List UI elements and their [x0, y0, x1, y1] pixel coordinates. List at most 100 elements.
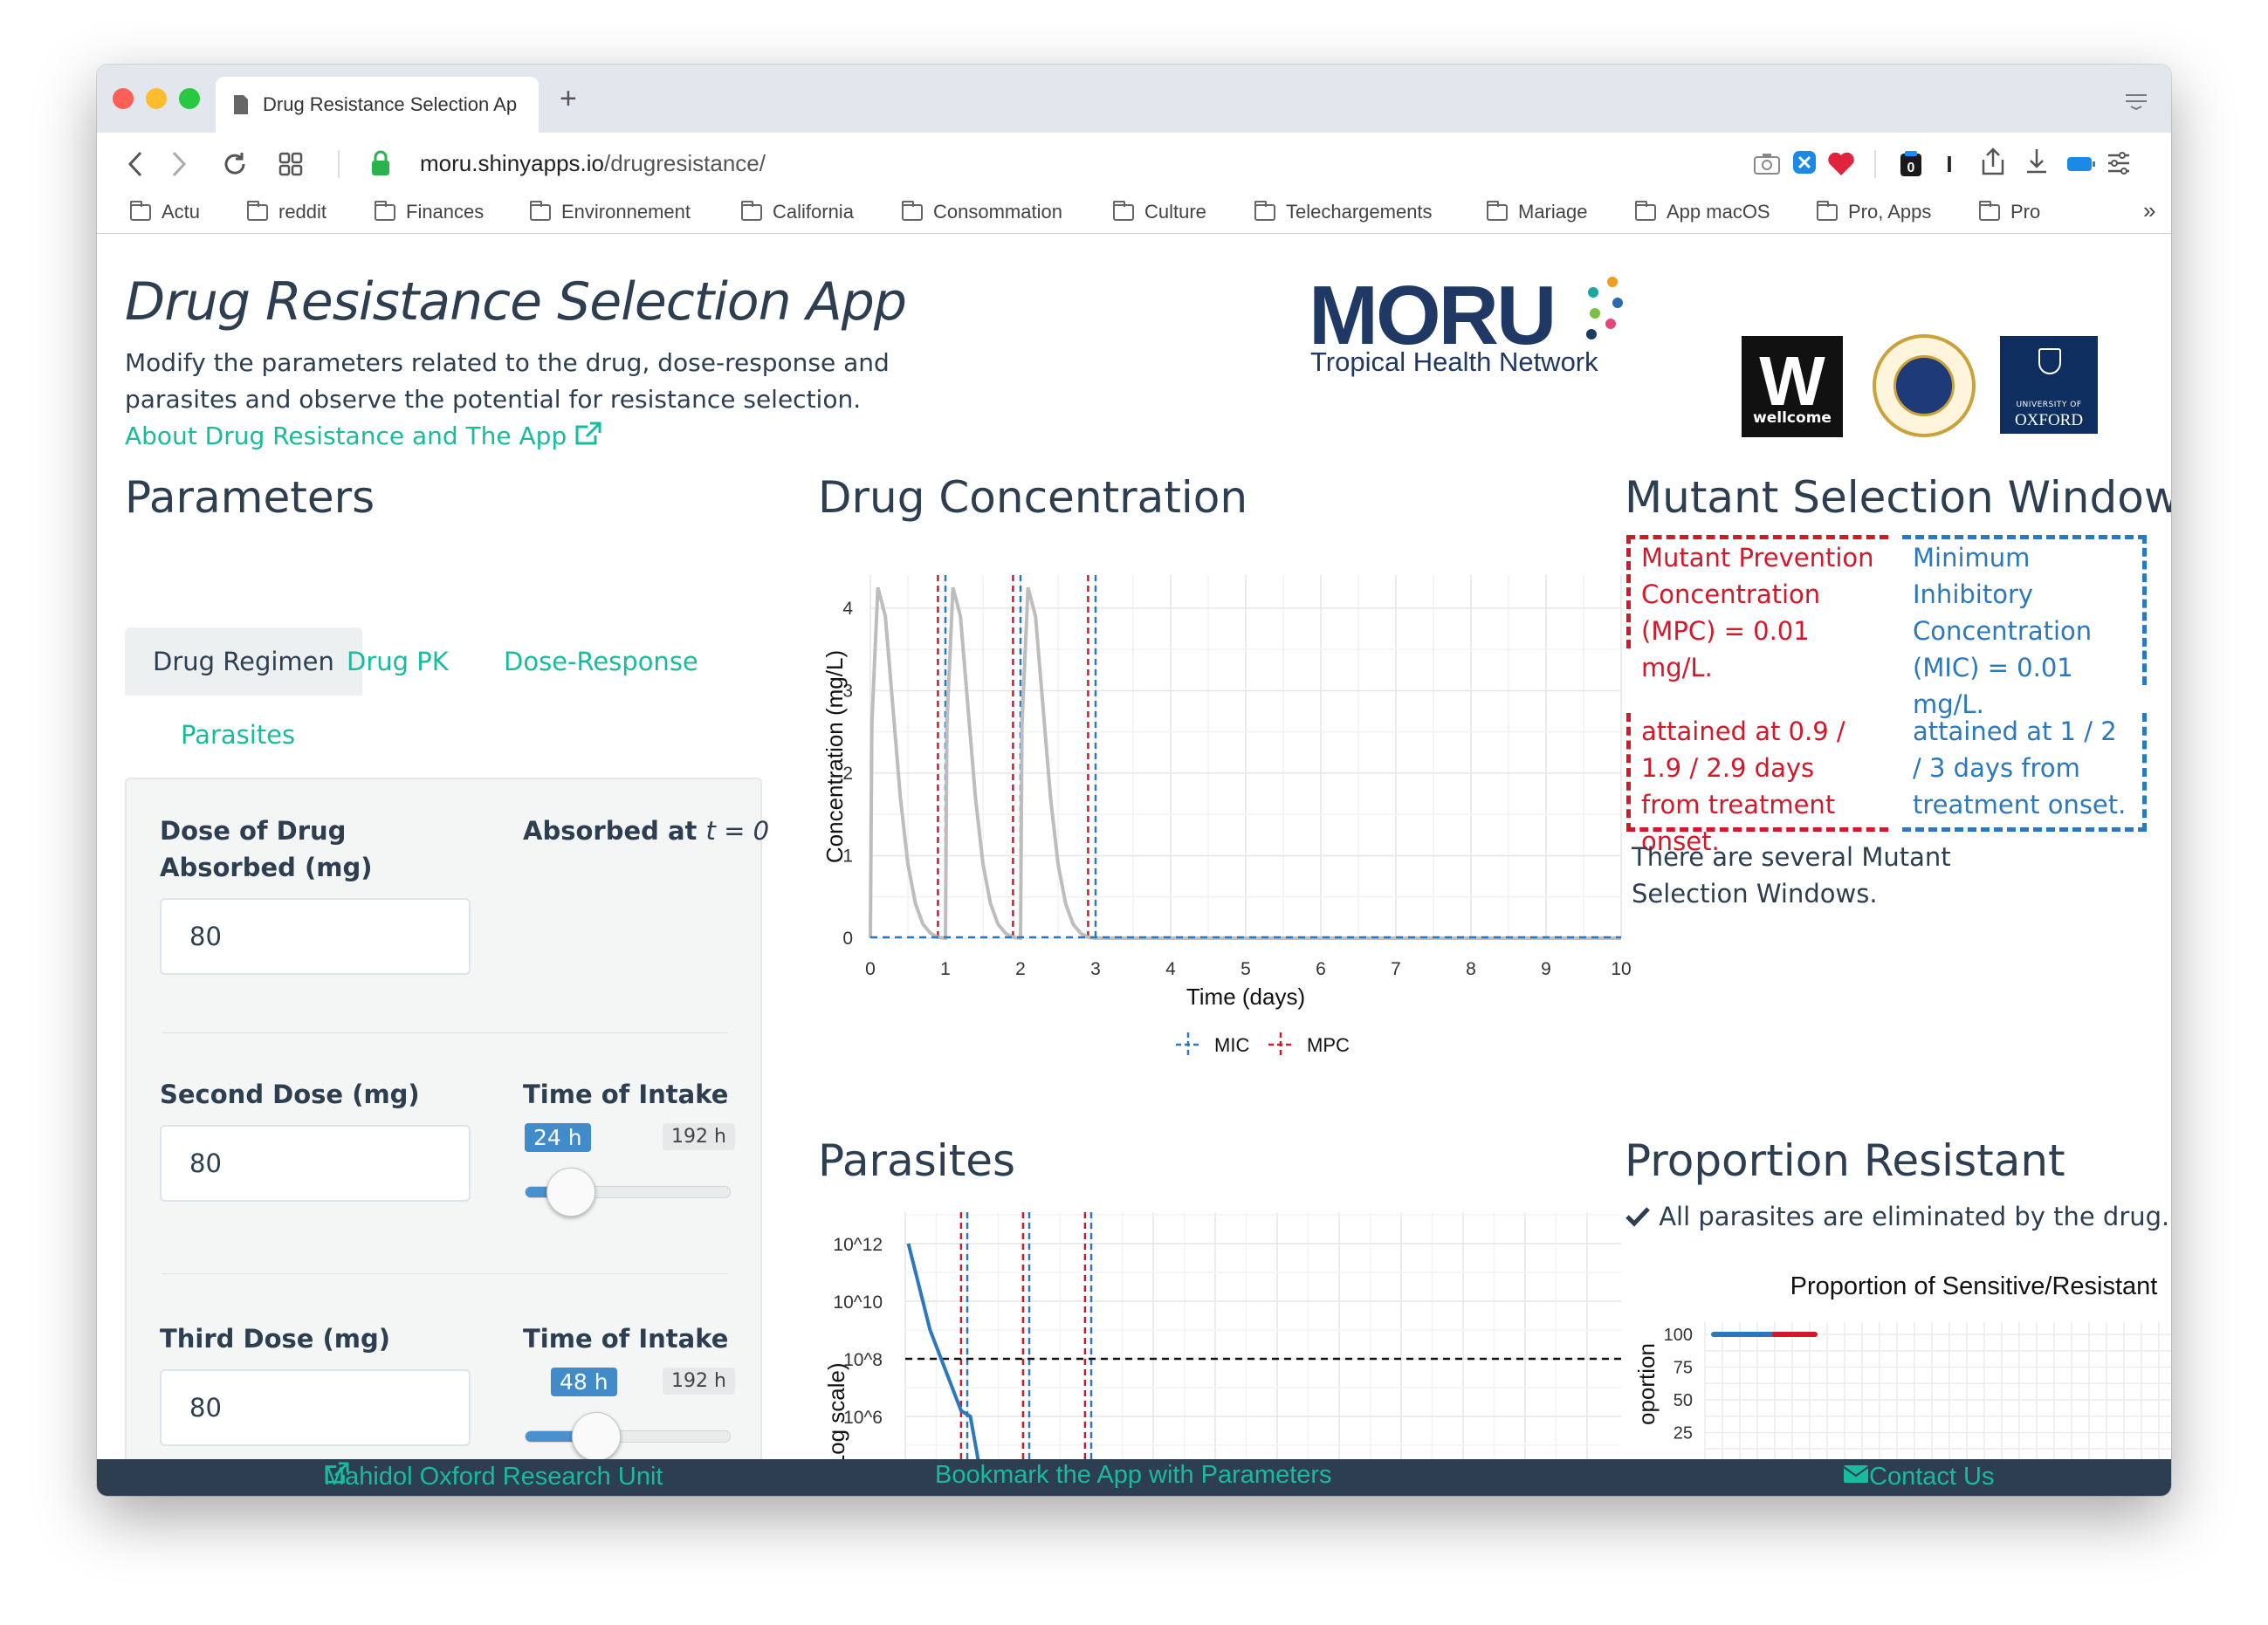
third-dose-input[interactable]: 80 — [160, 1369, 471, 1446]
intro-text: Modify the parameters related to the dru… — [125, 345, 893, 455]
oxford-logo[interactable]: UNIVERSITY OF OXFORD — [2000, 336, 2098, 434]
new-tab-button[interactable]: + — [560, 82, 577, 116]
mic-box: Minimum Inhibitory Concentration (MIC) =… — [1902, 535, 2147, 719]
onepassword-icon[interactable]: 0 — [1899, 150, 1923, 178]
browser-tab[interactable]: Drug Resistance Selection Ap — [216, 77, 539, 133]
download-icon[interactable] — [2024, 147, 2049, 176]
address-bar[interactable]: moru.shinyapps.io/drugresistance/ — [420, 150, 766, 177]
second-intake-slider[interactable] — [525, 1168, 731, 1217]
x-tick-label: 1 — [940, 959, 951, 979]
bookmark-california[interactable]: California — [741, 200, 854, 223]
slider-handle[interactable] — [572, 1412, 621, 1459]
moru-logo[interactable]: MORU Tropical Health Network — [1309, 268, 1632, 377]
bookmark-actu[interactable]: Actu — [130, 200, 201, 223]
tab-drug-pk[interactable]: Drug PK — [319, 627, 477, 696]
bookmark-label: App macOS — [1667, 201, 1770, 223]
url-host: moru.shinyapps.io — [420, 150, 604, 176]
contact-label: Contact Us — [1869, 1463, 1995, 1491]
bookmark-mariage[interactable]: Mariage — [1487, 200, 1587, 223]
share-icon[interactable] — [1981, 147, 2005, 176]
bookmark-pro-apps[interactable]: Pro, Apps — [1817, 200, 1931, 223]
bookmark-consommation[interactable]: Consommation — [902, 200, 1062, 223]
third-intake-label: Time of Intake — [523, 1324, 729, 1354]
app-page: Drug Resistance Selection App Modify the… — [97, 235, 2171, 1459]
y-tick-label: 10^12 — [833, 1235, 883, 1255]
mic-attained-box: attained at 1 / 2 / 3 days from treatmen… — [1902, 713, 2147, 832]
x-axis-label: Time (days) — [1186, 984, 1305, 1010]
tab-dose-response[interactable]: Dose-Response — [476, 627, 726, 696]
zoom-window-button[interactable] — [179, 88, 200, 109]
third-intake-slider[interactable] — [525, 1412, 731, 1459]
wellcome-logo-text: wellcome — [1753, 409, 1832, 427]
bookmark-finances[interactable]: Finances — [375, 200, 484, 223]
bookmark-app-macos[interactable]: App macOS — [1635, 200, 1770, 223]
folder-icon — [530, 200, 551, 221]
more-bookmarks-button[interactable]: » — [2143, 197, 2155, 224]
x-tick-label: 2 — [1015, 959, 1026, 979]
tab-title: Drug Resistance Selection Ap — [263, 93, 518, 115]
bookmark-reddit[interactable]: reddit — [247, 200, 326, 223]
external-link-icon — [575, 422, 601, 445]
parasite-curve — [906, 1243, 980, 1459]
heart-icon[interactable] — [1827, 152, 1855, 176]
url-path: /drugresistance/ — [604, 150, 766, 176]
footer-bar: Mahidol Oxford Research Unit Bookmark th… — [97, 1459, 2171, 1496]
folder-icon — [1254, 200, 1275, 221]
battery-icon[interactable] — [2066, 155, 2096, 173]
x-tick-label: 9 — [1541, 959, 1551, 979]
about-link[interactable]: About Drug Resistance and The App — [125, 422, 602, 450]
page-icon — [234, 95, 248, 114]
third-dose-label: Third Dose (mg) — [160, 1324, 391, 1354]
reload-icon[interactable] — [221, 150, 249, 178]
bookmark-label: Culture — [1144, 201, 1206, 223]
toolbar: moru.shinyapps.io/drugresistance/ 0 I — [97, 133, 2171, 194]
bookmark-label: Pro — [2010, 201, 2041, 223]
bookmark-label: Consommation — [933, 201, 1062, 223]
about-link-label: About Drug Resistance and The App — [125, 422, 567, 450]
tab-grid-icon[interactable] — [278, 152, 303, 176]
folder-icon — [375, 200, 395, 221]
slider-handle[interactable] — [546, 1168, 595, 1217]
settings-icon[interactable] — [2106, 150, 2131, 176]
logo-dot — [1590, 308, 1600, 319]
intro-body: Modify the parameters related to the dru… — [125, 348, 890, 414]
y-axis-label: oportion — [1633, 1343, 1660, 1425]
drug-concentration-heading: Drug Concentration — [818, 472, 1248, 523]
second-dose-input[interactable]: 80 — [160, 1125, 471, 1202]
browser-window: Drug Resistance Selection Ap + moru.shin… — [97, 65, 2171, 1496]
dose-label: Dose of Drug Absorbed (mg) — [160, 816, 373, 882]
bookmark-culture[interactable]: Culture — [1113, 200, 1206, 223]
x-tick-label: 8 — [1466, 959, 1476, 979]
bookmark-telechargements[interactable]: Telechargements — [1254, 200, 1433, 223]
camera-icon[interactable] — [1754, 152, 1780, 175]
tab-list-icon[interactable] — [2124, 93, 2148, 110]
chart-title: Proportion of Sensitive/Resistant — [1790, 1272, 2158, 1300]
oxford-crest-icon — [2038, 348, 2061, 374]
instapaper-icon[interactable]: I — [1941, 150, 1958, 178]
mpc-attained-box: attained at 0.9 / 1.9 / 2.9 days from tr… — [1626, 713, 1888, 856]
close-window-button[interactable] — [113, 88, 134, 109]
logo-dot — [1588, 287, 1598, 298]
folder-icon — [1979, 200, 2000, 221]
contact-link[interactable]: Contact Us — [1843, 1461, 1994, 1491]
y-tick-label: 50 — [1674, 1391, 1693, 1410]
bookmark-label: Actu — [162, 201, 201, 223]
y-axis-label: Concentration (mg/L) — [821, 650, 848, 863]
footer-left-link[interactable]: Mahidol Oxford Research Unit — [324, 1461, 663, 1491]
bookmark-pro[interactable]: Pro — [1979, 200, 2041, 223]
dose-input[interactable]: 80 — [160, 898, 471, 975]
logo-dot — [1607, 277, 1618, 287]
y-tick-label: 25 — [1674, 1424, 1693, 1443]
back-icon[interactable] — [127, 150, 144, 178]
bookmark-environnement[interactable]: Environnement — [530, 200, 691, 223]
extension-icon[interactable] — [1792, 150, 1817, 175]
msw-note: There are several Mutant Selection Windo… — [1632, 842, 1951, 908]
bookmark-app-link[interactable]: Bookmark the App with Parameters — [935, 1461, 1332, 1490]
drug-regimen-panel: Dose of Drug Absorbed (mg) Absorbed at t… — [125, 778, 769, 1459]
folder-icon — [1113, 200, 1134, 221]
wellcome-logo[interactable]: W wellcome — [1742, 336, 1843, 437]
mahidol-logo[interactable] — [1873, 334, 1976, 437]
minimize-window-button[interactable] — [146, 88, 167, 109]
forward-icon[interactable] — [170, 150, 188, 178]
tab-parasites[interactable]: Parasites — [153, 701, 323, 769]
